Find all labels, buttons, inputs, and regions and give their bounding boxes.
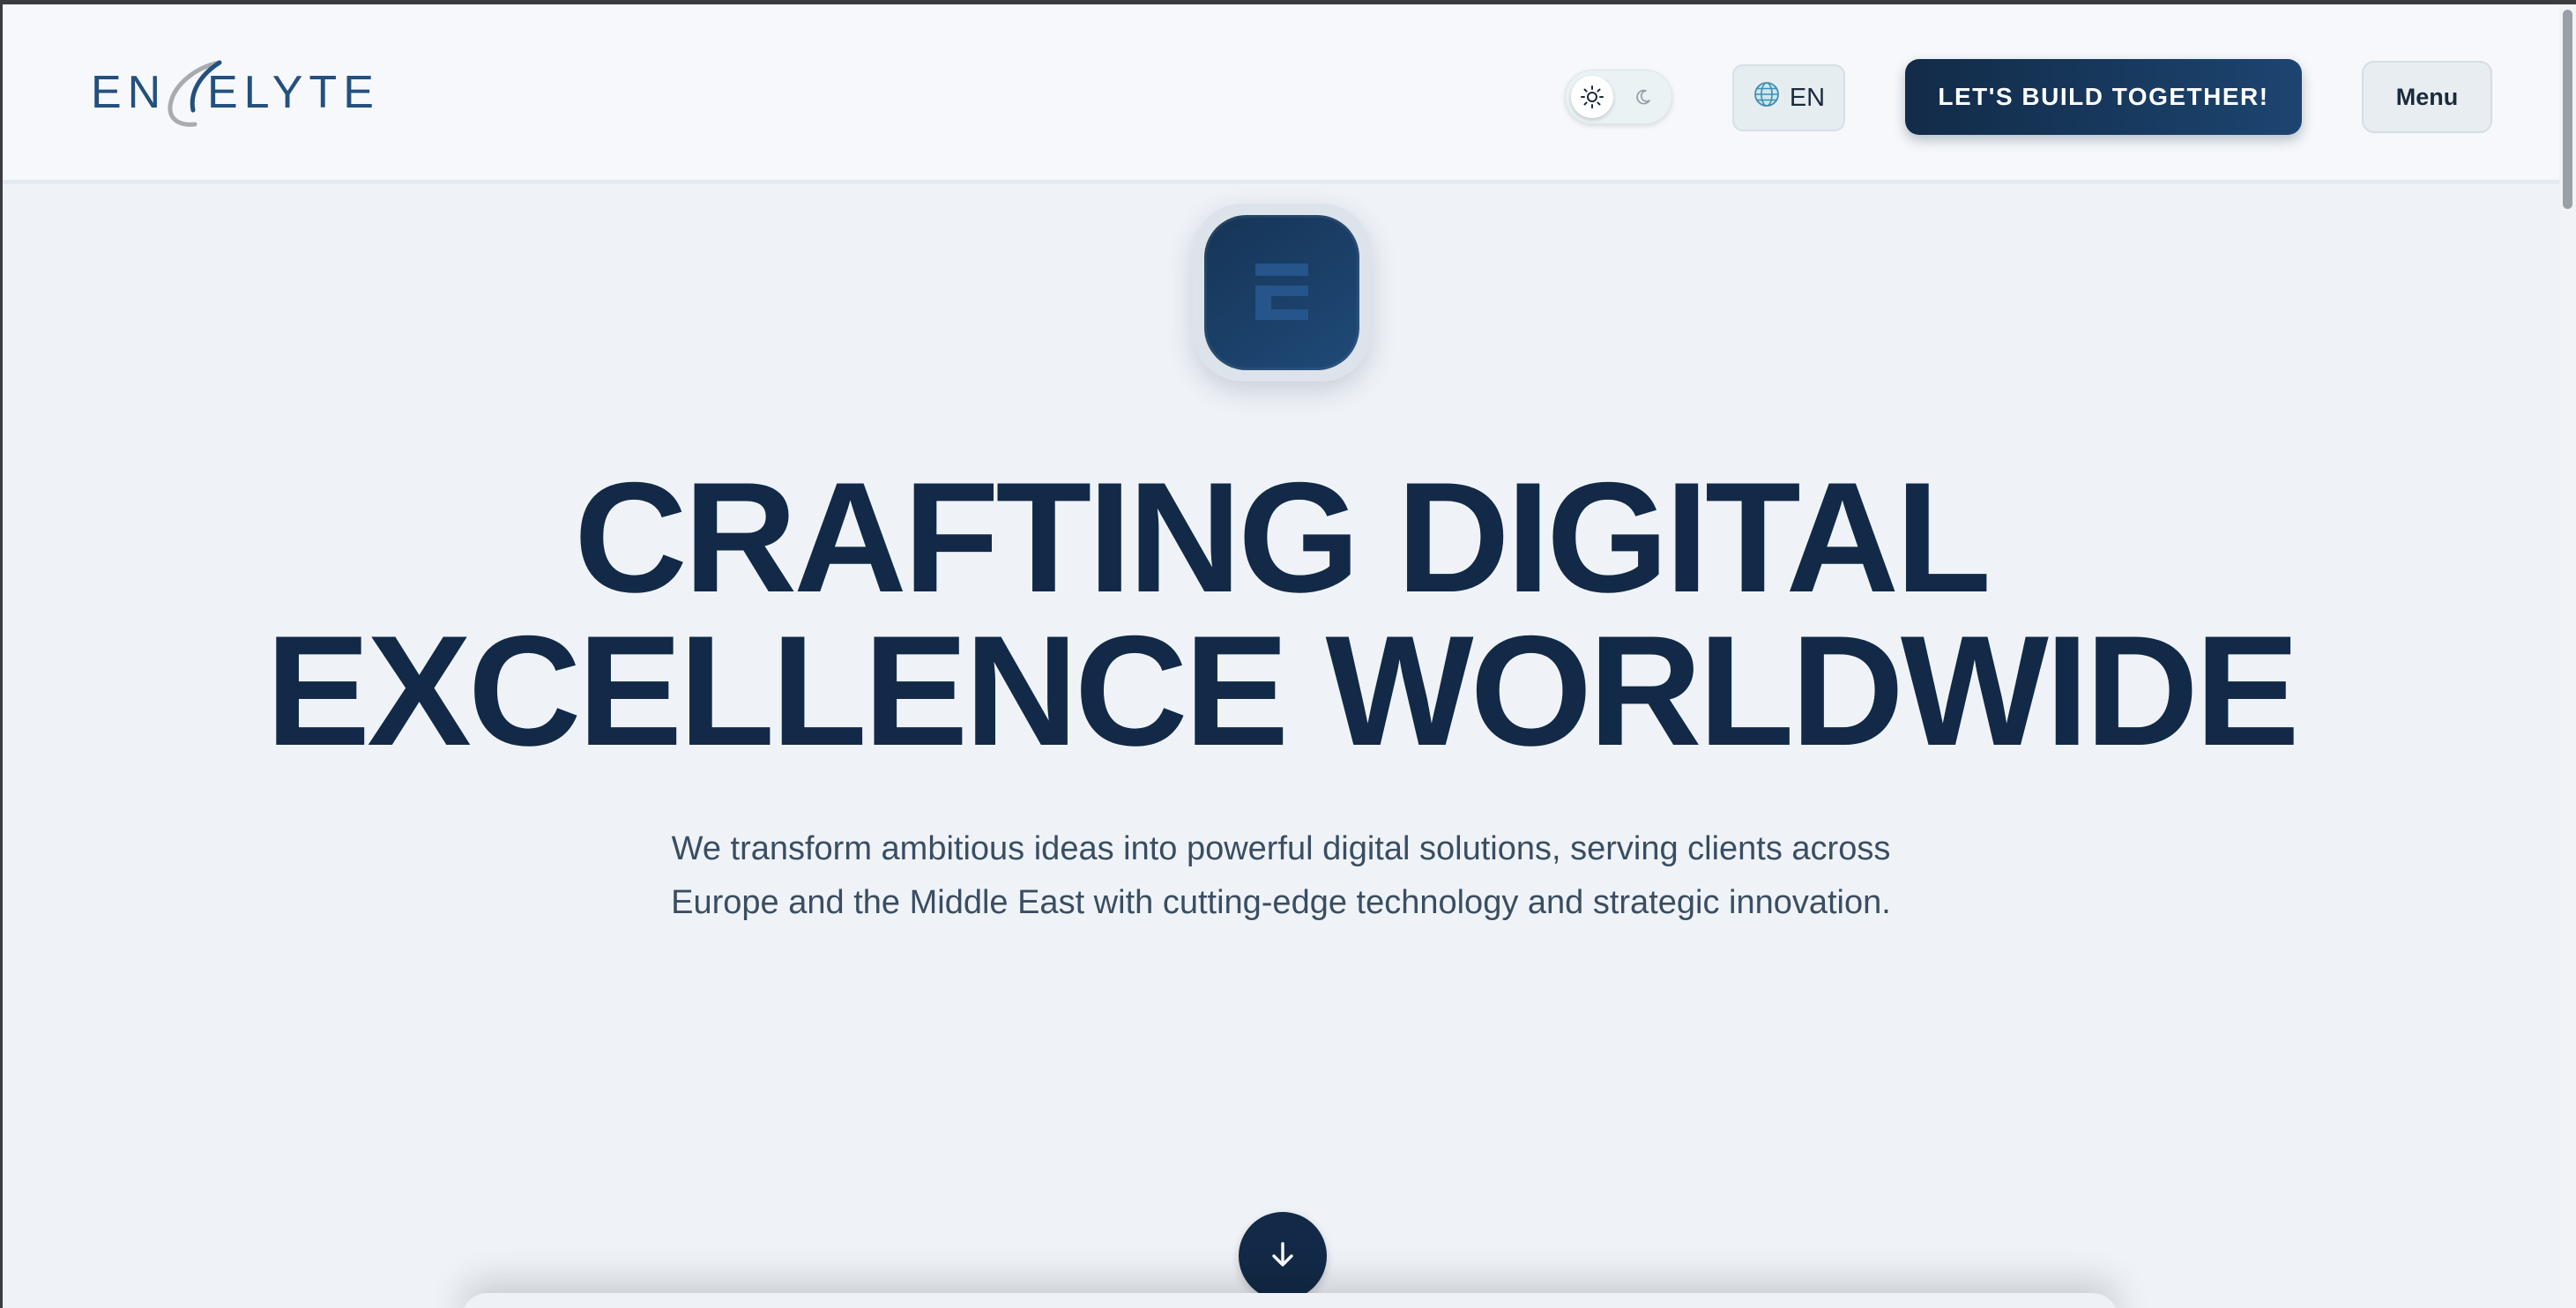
next-section-card — [461, 1293, 2118, 1308]
hero-badge — [1193, 204, 1371, 382]
brand-logo-text-elyte: ELYTE — [207, 67, 380, 118]
hero-headline-line-1: CRAFTING DIGITAL — [574, 450, 1992, 625]
globe-icon — [1753, 80, 1781, 115]
scrollbar-thumb[interactable] — [2563, 10, 2572, 209]
hero-headline-line-2: EXCELLENCE WORLDWIDE — [265, 603, 2299, 778]
browser-viewport: EN ELYTE EN LET'S BUILD TOGETHER! Menu C… — [0, 0, 2576, 1308]
language-label: EN — [1789, 83, 1826, 112]
hero-headline: CRAFTING DIGITAL EXCELLENCE WORLDWIDE — [3, 450, 2559, 778]
site-header: EN ELYTE EN LET'S BUILD TOGETHER! Menu — [3, 4, 2576, 184]
arrow-down-icon — [1265, 1237, 1300, 1276]
hero-subtitle: We transform ambitious ideas into powerf… — [671, 830, 1891, 921]
brand-logo-mark: EN ELYTE — [91, 60, 380, 127]
page-scrollbar[interactable] — [2559, 4, 2576, 1308]
theme-toggle[interactable] — [1565, 70, 1672, 124]
brand-logo[interactable]: EN ELYTE — [91, 56, 399, 135]
brand-logo-text-en: EN — [91, 67, 167, 118]
lets-build-together-button[interactable]: LET'S BUILD TOGETHER! — [1905, 59, 2302, 135]
scroll-down-button[interactable] — [1239, 1212, 1327, 1300]
menu-button[interactable]: Menu — [2362, 61, 2492, 133]
language-selector[interactable]: EN — [1732, 64, 1845, 131]
moon-icon — [1634, 87, 1653, 107]
hero-logo-icon — [1204, 215, 1359, 370]
sun-icon — [1571, 76, 1613, 118]
